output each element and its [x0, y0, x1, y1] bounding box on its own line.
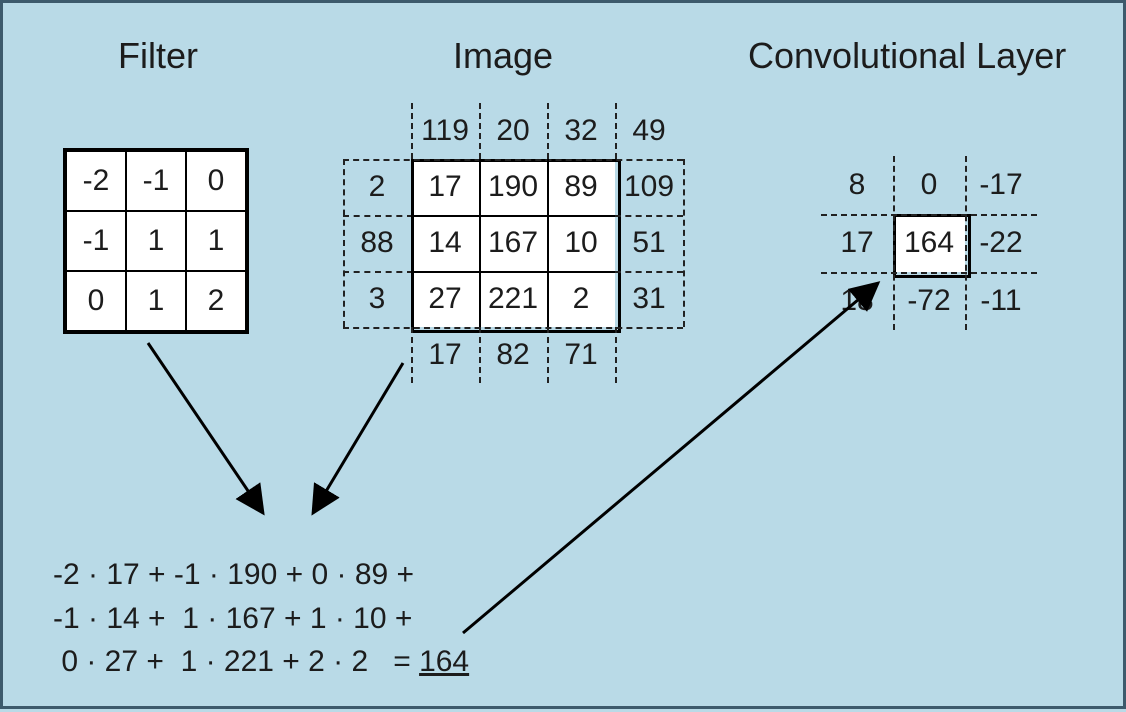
- conv-cell: 18: [821, 272, 893, 330]
- image-dash-line: [343, 271, 413, 273]
- image-dash-line: [343, 215, 413, 217]
- image-dash-line: [547, 103, 549, 159]
- conv-cell: 17: [821, 214, 893, 272]
- image-cell: 109: [615, 159, 683, 215]
- image-cell: 89: [547, 159, 615, 215]
- conv-cell: -17: [965, 156, 1037, 214]
- image-dash-line: [547, 327, 549, 383]
- filter-cell: 1: [186, 211, 246, 271]
- filter-cell: -1: [66, 211, 126, 271]
- image-core-line: [479, 159, 481, 327]
- filter-cell: 0: [66, 271, 126, 331]
- equation-result: 164: [419, 645, 469, 678]
- conv-title: Convolutional Layer: [748, 35, 1066, 77]
- image-cell: 17: [411, 159, 479, 215]
- image-title: Image: [453, 35, 553, 77]
- conv-cell: 8: [821, 156, 893, 214]
- image-cell: 20: [479, 103, 547, 159]
- filter-cell: -1: [126, 151, 186, 211]
- image-dash-line: [615, 215, 683, 217]
- equation-line: -1 · 14 + 1 · 167 + 1 · 10 +: [53, 602, 412, 635]
- equation-line: -2 · 17 + -1 · 190 + 0 · 89 +: [53, 558, 414, 591]
- image-cell: 71: [547, 327, 615, 383]
- image-cell: 2: [343, 159, 411, 215]
- image-cell: 10: [547, 215, 615, 271]
- image-dash-line: [615, 103, 617, 159]
- image-cell: 32: [547, 103, 615, 159]
- conv-dash-line: [965, 156, 967, 330]
- image-cell: [343, 103, 411, 159]
- image-dash-line: [615, 271, 683, 273]
- image-dash-line: [615, 327, 617, 383]
- image-core-line: [411, 271, 615, 273]
- conv-dash-line: [893, 156, 895, 330]
- image-dash-line: [343, 159, 683, 161]
- image-cell: 221: [479, 271, 547, 327]
- image-cell: 49: [615, 103, 683, 159]
- image-cell: [615, 327, 683, 383]
- image-cell: [343, 327, 411, 383]
- arrow-filter-to-eq: [148, 343, 263, 513]
- filter-grid: -2 -1 0 -1 1 1 0 1 2: [63, 148, 249, 334]
- image-dash-line: [343, 327, 683, 329]
- image-dash-line: [343, 159, 345, 327]
- equation-line: 0 · 27 + 1 · 221 + 2 · 2 =: [53, 645, 419, 678]
- image-cell: 167: [479, 215, 547, 271]
- equation-block: -2 · 17 + -1 · 190 + 0 · 89 + -1 · 14 + …: [53, 553, 469, 684]
- image-cell: 17: [411, 327, 479, 383]
- image-cell: 190: [479, 159, 547, 215]
- image-core-line: [547, 159, 549, 327]
- filter-cell: -2: [66, 151, 126, 211]
- conv-dash-line: [821, 272, 1037, 274]
- image-dash-line: [479, 327, 481, 383]
- conv-cell-center: 164: [893, 214, 965, 272]
- conv-cell: -11: [965, 272, 1037, 330]
- image-cell: 14: [411, 215, 479, 271]
- filter-title: Filter: [118, 35, 198, 77]
- conv-cell: -22: [965, 214, 1037, 272]
- image-grid: 119 20 32 49 2 17 190 89 109 88 14 167 1…: [343, 103, 683, 383]
- image-cell: 27: [411, 271, 479, 327]
- image-dash-line: [411, 103, 413, 159]
- image-cell: 82: [479, 327, 547, 383]
- filter-cell: 0: [186, 151, 246, 211]
- image-cell: 88: [343, 215, 411, 271]
- filter-cell: 1: [126, 211, 186, 271]
- image-cell: 2: [547, 271, 615, 327]
- filter-cell: 1: [126, 271, 186, 331]
- arrow-image-to-eq: [313, 363, 403, 513]
- conv-dash-line: [821, 214, 1037, 216]
- image-cell: 3: [343, 271, 411, 327]
- image-core-line: [411, 215, 615, 217]
- conv-cell: 0: [893, 156, 965, 214]
- image-dash-line: [411, 327, 413, 383]
- image-dash-line: [683, 159, 685, 327]
- image-dash-line: [479, 103, 481, 159]
- image-cell: 119: [411, 103, 479, 159]
- conv-grid: 8 0 -17 17 164 -22 18 -72 -11: [821, 156, 1037, 330]
- conv-cell: -72: [893, 272, 965, 330]
- image-cell: 31: [615, 271, 683, 327]
- image-cell: 51: [615, 215, 683, 271]
- filter-cell: 2: [186, 271, 246, 331]
